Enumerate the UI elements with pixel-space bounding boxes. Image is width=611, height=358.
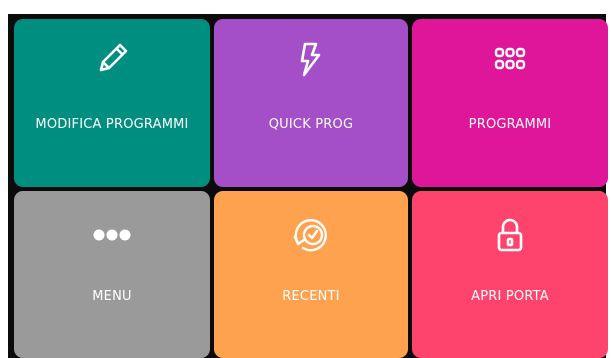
menu-grid: MODIFICA PROGRAMMI QUICK PROG PROGRAMMI …	[14, 19, 608, 358]
programmi-tile[interactable]: PROGRAMMI	[412, 19, 608, 187]
menu-label: MENU	[92, 289, 132, 304]
more-dots-icon	[88, 211, 136, 259]
apri-porta-tile[interactable]: APRI PORTA	[412, 191, 608, 358]
quick-prog-tile[interactable]: QUICK PROG	[214, 19, 408, 187]
recenti-tile[interactable]: RECENTI	[214, 191, 408, 358]
history-clock-icon	[287, 211, 335, 259]
recenti-label: RECENTI	[282, 289, 340, 304]
pencil-icon	[88, 35, 136, 83]
lock-icon	[486, 211, 534, 259]
modifica-programmi-tile[interactable]: MODIFICA PROGRAMMI	[14, 19, 210, 187]
menu-tile[interactable]: MENU	[14, 191, 210, 358]
app-screen: MODIFICA PROGRAMMI QUICK PROG PROGRAMMI …	[8, 14, 608, 358]
apri-porta-label: APRI PORTA	[471, 289, 549, 304]
lightning-bolt-icon	[287, 35, 335, 83]
quick-prog-label: QUICK PROG	[268, 117, 354, 132]
grid-dots-icon	[486, 35, 534, 83]
programmi-label: PROGRAMMI	[468, 117, 552, 132]
modifica-programmi-label: MODIFICA PROGRAMMI	[35, 117, 189, 132]
